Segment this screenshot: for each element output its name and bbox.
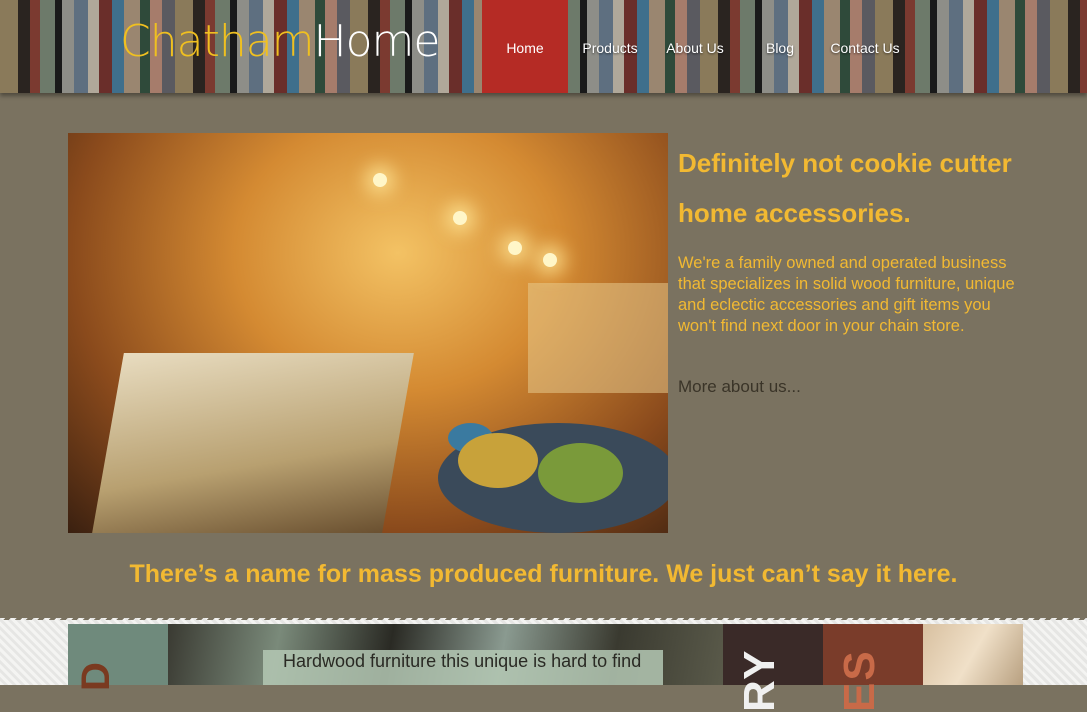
tagline: There’s a name for mass produced furnitu… (0, 560, 1087, 589)
site-header: ChathamHome Home Products About Us Blog … (0, 0, 1087, 93)
nav-home[interactable]: Home (482, 0, 568, 93)
nav-blog[interactable]: Blog (738, 0, 822, 93)
strip-text-1: D (74, 662, 119, 691)
more-about-link[interactable]: More about us... (678, 377, 801, 397)
promo-strip-5[interactable] (923, 624, 1023, 685)
band-divider (0, 612, 1087, 620)
hero-lamp (508, 241, 522, 255)
hero-lamp (453, 211, 467, 225)
site-logo[interactable]: ChathamHome (120, 14, 439, 70)
hero-wall-art (528, 283, 668, 393)
hero-lamp (543, 253, 557, 267)
hero-pouf (458, 433, 538, 488)
main-nav: Home Products About Us Blog Contact Us (482, 0, 908, 93)
nav-contact-us[interactable]: Contact Us (822, 0, 908, 93)
strip-text-4: ES (835, 649, 885, 712)
hero-image (68, 133, 668, 533)
strip-text-3: RY (735, 649, 785, 712)
promo-strip-1[interactable]: D (68, 624, 168, 685)
nav-products[interactable]: Products (568, 0, 652, 93)
hero-bed (92, 353, 414, 533)
logo-part-home: Home (314, 16, 440, 67)
about-headline: Definitely not cookie cutter home access… (678, 138, 1038, 238)
nav-about-us[interactable]: About Us (652, 0, 738, 93)
promo-caption: Hardwood furniture this unique is hard t… (263, 650, 663, 685)
hero-pouf (538, 443, 623, 503)
about-intro: We're a family owned and operated busine… (678, 253, 1018, 337)
hero-lamp (373, 173, 387, 187)
logo-part-chatham: Chatham (120, 16, 314, 67)
